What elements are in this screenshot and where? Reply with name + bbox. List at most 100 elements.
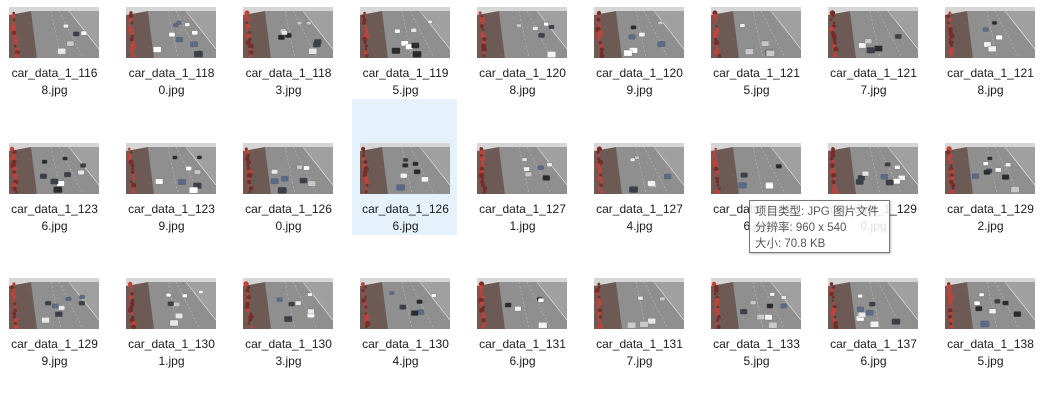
tooltip-size: 大小: 70.8 KB	[755, 238, 826, 250]
file-item[interactable]: car_data_1_126 6.jpg	[352, 99, 457, 235]
thumbnail-image	[126, 7, 216, 58]
file-name-line-2: 5.jpg	[392, 83, 419, 97]
thumbnail-image	[594, 7, 684, 58]
road-traffic-photo-icon	[360, 7, 450, 58]
file-item[interactable]: car_data_1_137 6.jpg	[821, 271, 924, 405]
thumbnail-image	[594, 143, 684, 194]
road-traffic-photo-icon	[126, 7, 216, 58]
file-item[interactable]: car_data_1_131 6.jpg	[470, 271, 573, 405]
file-item[interactable]: car_data_1_121 7.jpg	[821, 0, 924, 134]
file-name-line-1: car_data_1_116	[11, 66, 98, 80]
file-name-label: car_data_1_126 0.jpg	[239, 201, 338, 235]
file-name-label: car_data_1_133 5.jpg	[707, 336, 806, 370]
file-name-line-2: 0.jpg	[158, 83, 185, 97]
file-name-label: car_data_1_123 6.jpg	[5, 201, 104, 235]
file-name-line-2: 8.jpg	[41, 83, 68, 97]
file-item[interactable]: car_data_1_130 1.jpg	[119, 271, 222, 405]
file-name-line-1: car_data_1_121	[713, 66, 800, 80]
file-name-line-1: car_data_1_130	[128, 337, 215, 351]
file-name-line-2: 9.jpg	[626, 83, 653, 97]
road-traffic-photo-icon	[711, 278, 801, 329]
file-name-line-1: car_data_1_127	[479, 202, 566, 216]
file-name-line-1: car_data_1_130	[362, 337, 449, 351]
file-name-label: car_data_1_127 4.jpg	[590, 201, 689, 235]
file-name-line-1: car_data_1_137	[830, 337, 917, 351]
file-item[interactable]: car_data_1_121 5.jpg	[704, 0, 807, 134]
file-name-line-1: car_data_1_131	[596, 337, 683, 351]
file-item[interactable]: car_data_1_127 1.jpg	[470, 136, 573, 270]
file-name-line-2: 6.jpg	[509, 354, 536, 368]
file-item[interactable]: car_data_1_116 8.jpg	[2, 0, 105, 134]
file-name-line-2: 7.jpg	[626, 354, 653, 368]
file-name-line-2: 6.jpg	[860, 354, 887, 368]
road-traffic-photo-icon	[828, 143, 918, 194]
file-info-tooltip: 项目类型: JPG 图片文件 分辨率: 960 x 540 大小: 70.8 K…	[749, 200, 890, 253]
file-item[interactable]: car_data_1_121 8.jpg	[938, 0, 1041, 134]
road-traffic-photo-icon	[243, 278, 333, 329]
file-name-line-2: 7.jpg	[860, 83, 887, 97]
file-name-label: car_data_1_127 1.jpg	[473, 201, 572, 235]
road-traffic-photo-icon	[828, 278, 918, 329]
thumbnail-image	[477, 7, 567, 58]
file-name-label: car_data_1_116 8.jpg	[5, 65, 104, 99]
thumbnail-image	[126, 278, 216, 329]
thumbnail-image	[477, 278, 567, 329]
thumbnail-image	[945, 278, 1035, 329]
file-item[interactable]: car_data_1_129 9.jpg	[2, 271, 105, 405]
file-name-line-1: car_data_1_120	[479, 66, 566, 80]
file-name-line-2: 5.jpg	[743, 354, 770, 368]
thumbnail-image	[9, 143, 99, 194]
file-name-line-2: 1.jpg	[509, 219, 536, 233]
file-name-line-1: car_data_1_121	[947, 66, 1034, 80]
file-item[interactable]: car_data_1_123 6.jpg	[2, 136, 105, 270]
file-item[interactable]: car_data_1_118 0.jpg	[119, 0, 222, 134]
file-name-line-2: 9.jpg	[41, 354, 68, 368]
file-item[interactable]: car_data_1_127 4.jpg	[587, 136, 690, 270]
file-item[interactable]: car_data_1_123 9.jpg	[119, 136, 222, 270]
file-name-line-2: 3.jpg	[275, 354, 302, 368]
file-name-label: car_data_1_120 8.jpg	[473, 65, 572, 99]
road-traffic-photo-icon	[945, 143, 1035, 194]
file-name-label: car_data_1_121 5.jpg	[707, 65, 806, 99]
file-name-line-1: car_data_1_123	[11, 202, 98, 216]
road-traffic-photo-icon	[9, 278, 99, 329]
file-item[interactable]: car_data_1_129 2.jpg	[938, 136, 1041, 270]
thumbnail-image	[360, 143, 450, 194]
tooltip-dimensions: 分辨率: 960 x 540	[755, 222, 847, 234]
thumbnail-image	[243, 143, 333, 194]
file-item[interactable]: car_data_1_120 8.jpg	[470, 0, 573, 134]
file-name-label: car_data_1_130 3.jpg	[239, 336, 338, 370]
file-name-line-2: 8.jpg	[509, 83, 536, 97]
thumbnail-image	[945, 7, 1035, 58]
thumbnail-image	[477, 143, 567, 194]
file-name-line-1: car_data_1_120	[596, 66, 683, 80]
file-item[interactable]: car_data_1_118 3.jpg	[236, 0, 339, 134]
file-name-line-2: 1.jpg	[158, 354, 185, 368]
file-name-line-1: car_data_1_118	[128, 66, 215, 80]
file-name-label: car_data_1_120 9.jpg	[590, 65, 689, 99]
file-item[interactable]: car_data_1_133 5.jpg	[704, 271, 807, 405]
file-item[interactable]: car_data_1_130 4.jpg	[353, 271, 456, 405]
file-item[interactable]: car_data_1_120 9.jpg	[587, 0, 690, 134]
file-name-label: car_data_1_129 9.jpg	[5, 336, 104, 370]
thumbnail-image	[243, 7, 333, 58]
file-name-label: car_data_1_138 5.jpg	[941, 336, 1040, 370]
thumbnail-image	[9, 278, 99, 329]
file-item[interactable]: car_data_1_126 0.jpg	[236, 136, 339, 270]
file-grid: car_data_1_116 8.jpg car_data_1_118 0.jpg ca…	[0, 0, 1048, 376]
road-traffic-photo-icon	[594, 7, 684, 58]
file-name-label: car_data_1_131 6.jpg	[473, 336, 572, 370]
road-traffic-photo-icon	[477, 143, 567, 194]
file-item[interactable]: car_data_1_130 3.jpg	[236, 271, 339, 405]
thumbnail-image	[594, 278, 684, 329]
file-name-line-2: 4.jpg	[392, 354, 419, 368]
thumbnail-image	[711, 143, 801, 194]
file-name-line-2: 9.jpg	[158, 219, 185, 233]
file-name-line-2: 5.jpg	[977, 354, 1004, 368]
file-name-line-1: car_data_1_123	[128, 202, 215, 216]
file-item[interactable]: car_data_1_138 5.jpg	[938, 271, 1041, 405]
road-traffic-photo-icon	[360, 278, 450, 329]
file-item[interactable]: car_data_1_131 7.jpg	[587, 271, 690, 405]
file-name-label: car_data_1_129 2.jpg	[941, 201, 1040, 235]
road-traffic-photo-icon	[477, 7, 567, 58]
